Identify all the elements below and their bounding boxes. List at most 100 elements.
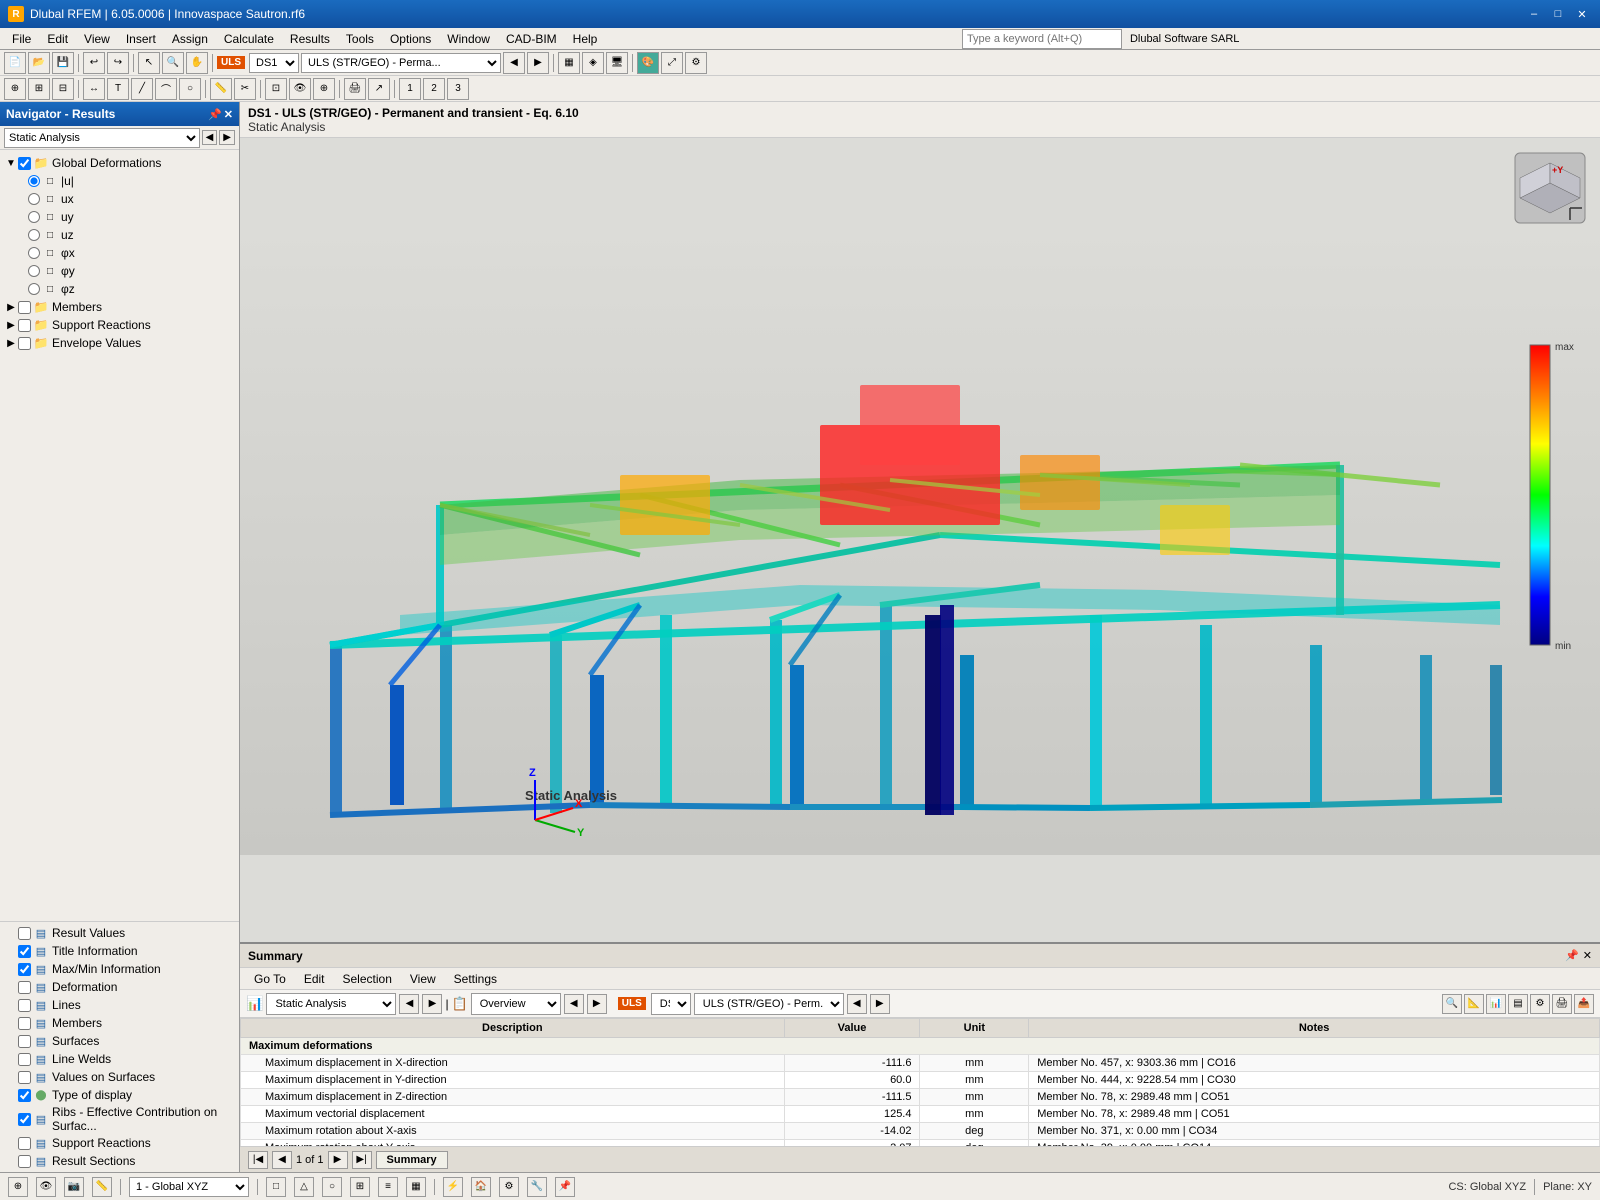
sum-ds-next-btn[interactable]: ▶ [870,994,890,1014]
tree-item-maxmin-info[interactable]: ▤ Max/Min Information [0,960,239,978]
global-search-input[interactable] [962,29,1122,49]
status-icon-2[interactable]: △ [294,1177,314,1197]
viewport-canvas[interactable]: max min Static Analysis Z Y X [240,138,1600,942]
cb-envelope[interactable] [18,337,31,350]
tb-next-result[interactable]: ▶ [527,52,549,74]
tb-prev-result[interactable]: ◀ [503,52,525,74]
status-icon-10[interactable]: 🔧 [527,1177,547,1197]
cb-line-welds[interactable] [18,1053,31,1066]
footer-summary-tab[interactable]: Summary [376,1151,448,1169]
tree-item-support-reactions-disp[interactable]: ▤ Support Reactions [0,1134,239,1152]
radio-ux[interactable] [28,193,40,205]
menu-cad-bim[interactable]: CAD-BIM [498,30,565,48]
tb-save[interactable]: 💾 [52,52,74,74]
tb-print[interactable]: 🖨 [344,78,366,100]
cb-lines[interactable] [18,999,31,1012]
tree-item-phix[interactable]: □ φx [0,244,239,262]
status-icon-1[interactable]: □ [266,1177,286,1197]
radio-uy[interactable] [28,211,40,223]
tb-line[interactable]: ╱ [131,78,153,100]
tree-item-result-sections[interactable]: ▤ Result Sections [0,1152,239,1170]
tb-new[interactable]: 📄 [4,52,26,74]
sum-menu-edit[interactable]: Edit [296,970,333,988]
menu-assign[interactable]: Assign [164,30,216,48]
status-icon-3[interactable]: ○ [322,1177,342,1197]
ds-selector[interactable]: DS1 [249,53,299,73]
status-snap-btn[interactable]: ⊕ [8,1177,28,1197]
cb-global-def[interactable] [18,157,31,170]
sum-ds-prev-btn[interactable]: ◀ [847,994,867,1014]
sum-view-selector[interactable]: Overview [471,993,561,1015]
menu-results[interactable]: Results [282,30,338,48]
tb-view-all[interactable]: ⊡ [265,78,287,100]
status-icon-6[interactable]: ▦ [406,1177,426,1197]
status-ruler-btn[interactable]: 📏 [92,1177,112,1197]
cb-type-display[interactable] [18,1089,31,1102]
status-icon-4[interactable]: ⊞ [350,1177,370,1197]
tb-hide[interactable]: 👁 [289,78,311,100]
sum-btn-2[interactable]: 📐 [1464,994,1484,1014]
sum-btn-4[interactable]: ▤ [1508,994,1528,1014]
summary-table-area[interactable]: Description Value Unit Notes Maximum def… [240,1018,1600,1146]
tb-text[interactable]: T [107,78,129,100]
cb-maxmin-info[interactable] [18,963,31,976]
radio-phiz[interactable] [28,283,40,295]
cb-support-reactions-disp[interactable] [18,1137,31,1150]
tb-redo[interactable]: ↪ [107,52,129,74]
cb-members-disp[interactable] [18,1017,31,1030]
sum-menu-view[interactable]: View [402,970,444,988]
tb-ortho[interactable]: ⊟ [52,78,74,100]
footer-next-btn[interactable]: ▶ [328,1151,348,1169]
menu-file[interactable]: File [4,30,39,48]
tree-item-deformation[interactable]: ▤ Deformation [0,978,239,996]
tree-item-ribs[interactable]: ▤ Ribs - Effective Contribution on Surfa… [0,1104,239,1134]
status-icon-9[interactable]: ⚙ [499,1177,519,1197]
tb-node-num[interactable]: 1 [399,78,421,100]
nav-next[interactable]: ▶ [219,130,235,145]
summary-close-btn[interactable]: ✕ [1583,949,1592,962]
cb-support-reactions[interactable] [18,319,31,332]
radio-uz[interactable] [28,229,40,241]
radio-u-abs[interactable] [28,175,40,187]
tree-item-phiz[interactable]: □ φz [0,280,239,298]
sum-btn-5[interactable]: ⚙ [1530,994,1550,1014]
tb-render[interactable]: 🖥 [606,52,628,74]
tree-item-u-abs[interactable]: □ |u| [0,172,239,190]
sum-view-next-btn[interactable]: ▶ [587,994,607,1014]
footer-first-btn[interactable]: |◀ [248,1151,268,1169]
expand-support-reactions[interactable]: ▶ [4,320,18,331]
status-icon-7[interactable]: ⚡ [443,1177,463,1197]
footer-last-btn[interactable]: ▶| [352,1151,372,1169]
footer-prev-btn[interactable]: ◀ [272,1151,292,1169]
tree-item-type-display[interactable]: ⬤ Type of display [0,1086,239,1104]
sum-btn-7[interactable]: 📤 [1574,994,1594,1014]
tb-surface-num[interactable]: 3 [447,78,469,100]
sum-btn-3[interactable]: 📊 [1486,994,1506,1014]
tree-item-members[interactable]: ▶ 📁 Members [0,298,239,316]
tb-grid[interactable]: ⊞ [28,78,50,100]
tree-item-envelope[interactable]: ▶ 📁 Envelope Values [0,334,239,352]
sum-view-prev-btn[interactable]: ◀ [564,994,584,1014]
tb-settings[interactable]: ⚙ [685,52,707,74]
tb-zoom[interactable]: 🔍 [162,52,184,74]
menu-insert[interactable]: Insert [118,30,164,48]
minimize-button[interactable]: – [1524,6,1544,22]
tree-item-values-surfaces[interactable]: ▤ Values on Surfaces [0,1068,239,1086]
expand-global-def[interactable]: ▼ [4,158,18,169]
analysis-type-selector[interactable]: Static Analysis [4,128,200,148]
tb-open[interactable]: 📂 [28,52,50,74]
expand-envelope[interactable]: ▶ [4,338,18,349]
tree-item-title-info[interactable]: ▤ Title Information [0,942,239,960]
cb-title-info[interactable] [18,945,31,958]
tb-view-front[interactable]: ▦ [558,52,580,74]
tb-iso-scale[interactable]: ⤢ [661,52,683,74]
tb-arc[interactable]: ⌒ [155,78,177,100]
status-eye-btn[interactable]: 👁 [36,1177,56,1197]
tree-item-members-disp[interactable]: ▤ Members [0,1014,239,1032]
close-button[interactable]: ✕ [1572,6,1592,22]
tb-measure[interactable]: 📏 [210,78,232,100]
menu-window[interactable]: Window [439,30,498,48]
menu-tools[interactable]: Tools [338,30,382,48]
load-combo-selector[interactable]: ULS (STR/GEO) - Perma... [301,53,501,73]
status-icon-11[interactable]: 📌 [555,1177,575,1197]
